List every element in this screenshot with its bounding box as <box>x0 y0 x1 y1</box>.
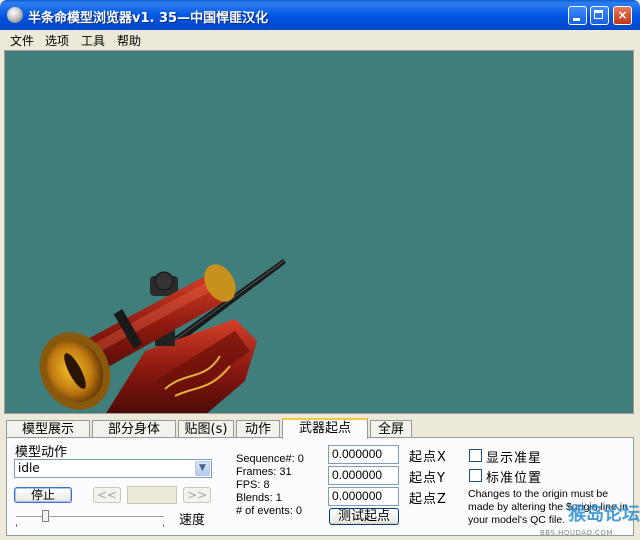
maximize-icon <box>594 10 603 19</box>
minimize-icon <box>573 18 580 21</box>
slider-tick <box>16 524 17 527</box>
title-bar[interactable]: 半条命模型浏览器v1. 35—中国悍匪汉化 × <box>0 0 640 30</box>
events-count: # of events: 0 <box>236 505 303 517</box>
menu-tools[interactable]: 工具 <box>81 32 105 49</box>
tab-fullscreen[interactable]: 全屏 <box>370 420 412 438</box>
tab-textures[interactable]: 贴图(s) <box>178 420 234 438</box>
test-origin-button[interactable]: 测试起点 <box>329 508 399 525</box>
rifle-model-render <box>39 259 286 413</box>
app-icon[interactable] <box>7 7 23 23</box>
sequence-number: Sequence#: 0 <box>236 453 304 465</box>
frame-number-field[interactable] <box>127 486 177 504</box>
origin-x-input[interactable]: 0.000000 <box>328 445 399 464</box>
show-crosshair-checkbox[interactable] <box>469 449 482 462</box>
tab-sequences[interactable]: 动作 <box>236 420 280 438</box>
frame-count: Frames: 31 <box>236 466 292 478</box>
maximize-button[interactable] <box>590 6 609 25</box>
speed-label: 速度 <box>179 513 206 528</box>
origin-z-label: 起点Z <box>409 492 447 507</box>
menu-help[interactable]: 帮助 <box>117 32 141 49</box>
tab-model-display[interactable]: 模型展示 <box>6 420 90 438</box>
window-title: 半条命模型浏览器v1. 35—中国悍匪汉化 <box>28 11 269 26</box>
animation-label: 模型动作 <box>15 445 68 460</box>
guide-position-label[interactable]: 标准位置 <box>486 467 542 486</box>
minimize-button[interactable] <box>568 6 587 25</box>
tab-body-parts[interactable]: 部分身体 <box>92 420 176 438</box>
origin-y-label: 起点Y <box>409 471 446 486</box>
model-viewport[interactable] <box>4 50 634 414</box>
close-button[interactable]: × <box>613 6 632 25</box>
close-icon: × <box>617 8 628 22</box>
fps-value: FPS: 8 <box>236 479 270 491</box>
forum-watermark-url: BBS.HOUDAO.COM <box>540 529 613 537</box>
forum-watermark-logo: 猴岛论坛 <box>568 504 640 525</box>
tab-bar: 模型展示 部分身体 贴图(s) 动作 武器起点 全屏 <box>6 418 634 439</box>
speed-slider-thumb[interactable] <box>42 510 50 522</box>
origin-x-label: 起点X <box>409 450 447 465</box>
origin-y-input[interactable]: 0.000000 <box>328 466 399 485</box>
origin-z-input[interactable]: 0.000000 <box>328 487 399 506</box>
next-frame-button[interactable]: >> <box>183 487 211 503</box>
menu-options[interactable]: 选项 <box>45 32 69 49</box>
menu-file[interactable]: 文件 <box>10 32 34 49</box>
prev-frame-button[interactable]: << <box>93 487 121 503</box>
animation-select-value: idle <box>18 461 40 475</box>
guide-position-checkbox[interactable] <box>469 469 482 482</box>
show-crosshair-label[interactable]: 显示准星 <box>486 447 542 466</box>
blends-value: Blends: 1 <box>236 492 282 504</box>
chevron-down-icon[interactable]: ▼ <box>195 461 210 476</box>
tab-weapon-origin[interactable]: 武器起点 <box>282 418 368 439</box>
stop-button[interactable]: 停止 <box>14 487 72 503</box>
slider-tick <box>163 524 164 527</box>
speed-slider-track[interactable] <box>16 516 164 520</box>
animation-select[interactable]: idle ▼ <box>14 459 212 478</box>
menu-bar: 文件 选项 工具 帮助 <box>3 30 637 49</box>
